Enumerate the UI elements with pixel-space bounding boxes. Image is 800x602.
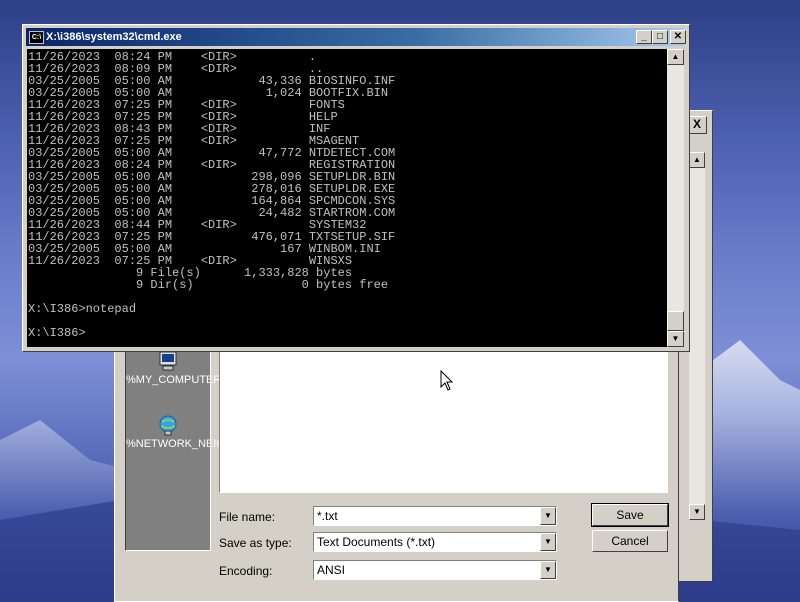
save-button[interactable]: Save <box>591 503 669 527</box>
console-output[interactable]: 11/26/2023 08:24 PM <DIR> . 11/26/2023 0… <box>27 49 667 347</box>
save-as-type-label: Save as type: <box>219 536 292 550</box>
place-my-computer[interactable]: %MY_COMPUTER% <box>126 350 231 387</box>
notepad-vertical-scrollbar[interactable]: ▲ ▼ <box>689 152 705 520</box>
save-as-type-select[interactable]: Text Documents (*.txt) ▼ <box>313 532 557 552</box>
cmd-app-icon[interactable]: C:\ <box>29 31 44 44</box>
encoding-select[interactable]: ANSI ▼ <box>313 560 557 580</box>
place-label: %MY_COMPUTER% <box>126 374 232 386</box>
places-bar: %MY_COMPUTER% %NETWORK_NEIGHBORH... <box>125 343 274 551</box>
chevron-down-icon[interactable]: ▼ <box>540 561 556 579</box>
maximize-icon[interactable]: □ <box>652 30 668 44</box>
console-text: 11/26/2023 08:24 PM <DIR> . 11/26/2023 0… <box>28 50 396 340</box>
file-list-view[interactable] <box>219 343 668 493</box>
cancel-button[interactable]: Cancel <box>592 530 668 552</box>
scroll-up-arrow-icon[interactable]: ▲ <box>689 152 705 168</box>
encoding-label: Encoding: <box>219 564 273 578</box>
file-name-label: File name: <box>219 510 276 524</box>
cmd-vertical-scrollbar[interactable]: ▲ ▼ <box>667 49 684 347</box>
scroll-down-arrow-icon[interactable]: ▼ <box>667 331 684 347</box>
notepad-close-button[interactable]: X <box>687 116 707 134</box>
chevron-down-icon[interactable]: ▼ <box>540 533 556 551</box>
place-network-neighborhood[interactable]: %NETWORK_NEIGHBORH... <box>126 414 274 451</box>
save-as-type-value: Text Documents (*.txt) <box>317 535 436 549</box>
encoding-value: ANSI <box>317 563 346 577</box>
file-name-value: *.txt <box>317 509 338 523</box>
cmd-window-title: X:\i386\system32\cmd.exe <box>46 31 182 43</box>
cmd-titlebar[interactable]: C:\ X:\i386\system32\cmd.exe _ □ ✕ <box>26 28 686 46</box>
chevron-down-icon[interactable]: ▼ <box>540 507 556 525</box>
scroll-down-arrow-icon[interactable]: ▼ <box>689 504 705 520</box>
scrollbar-thumb[interactable] <box>667 311 684 331</box>
mouse-pointer-icon <box>440 370 454 391</box>
my-computer-icon <box>159 351 177 371</box>
close-icon[interactable]: ✕ <box>670 30 686 44</box>
network-neighborhood-icon <box>159 415 177 436</box>
minimize-icon[interactable]: _ <box>636 30 652 44</box>
scroll-up-arrow-icon[interactable]: ▲ <box>667 49 684 65</box>
cmd-window: C:\ X:\i386\system32\cmd.exe _ □ ✕ 11/26… <box>22 24 690 352</box>
file-name-combobox[interactable]: *.txt ▼ <box>313 506 557 526</box>
